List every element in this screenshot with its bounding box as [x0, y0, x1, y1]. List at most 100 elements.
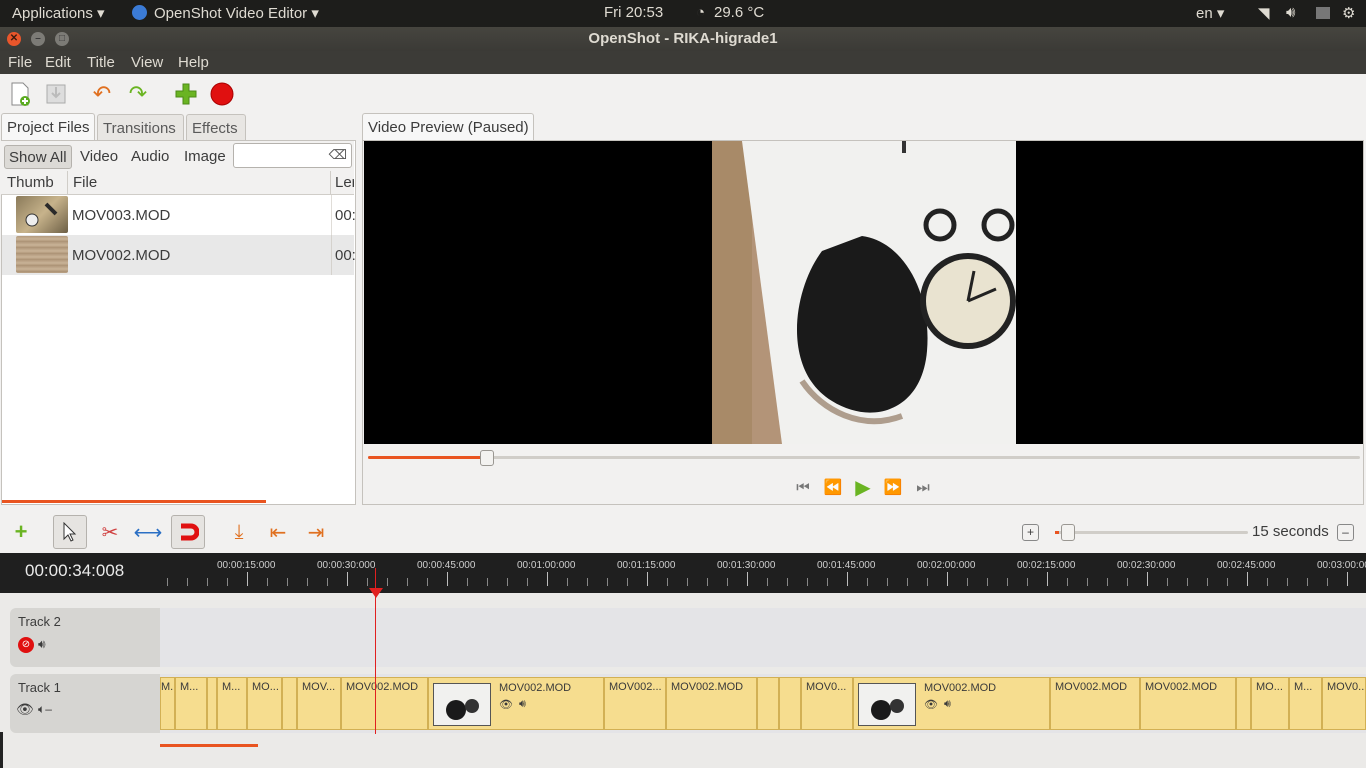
track-header[interactable]: Track 2 ⊘ 🔊︎	[10, 608, 160, 667]
clip[interactable]: M...	[1289, 677, 1322, 730]
zoom-handle[interactable]	[1060, 524, 1075, 541]
add-track-icon[interactable]: +	[4, 515, 38, 549]
zoom-in-icon[interactable]: +	[1022, 524, 1039, 541]
eye-icon[interactable]: 👁︎	[16, 701, 34, 718]
clip[interactable]: MOV...	[297, 677, 341, 730]
clip[interactable]	[282, 677, 297, 730]
clip[interactable]: MOV002.MOD 👁︎ 🔊︎	[853, 677, 1050, 730]
filter-audio[interactable]: Audio	[127, 145, 173, 169]
clip[interactable]: MO...	[247, 677, 282, 730]
temperature[interactable]: 29.6 °C	[714, 4, 764, 21]
wifi-icon[interactable]: ◥	[1258, 4, 1270, 22]
razor-tool-icon[interactable]: ✂	[93, 515, 127, 549]
seek-track[interactable]	[368, 456, 1360, 459]
menu-file[interactable]: File	[8, 54, 32, 71]
redo-icon[interactable]: ↷	[124, 80, 152, 108]
volume-icon[interactable]: 🔊︎	[1286, 4, 1295, 21]
tab-transitions[interactable]: Transitions	[97, 114, 184, 141]
ruler-tick-label: 00:00:30:000	[317, 560, 376, 571]
menu-help[interactable]: Help	[178, 54, 209, 71]
tab-video-preview[interactable]: Video Preview (Paused)	[362, 113, 534, 140]
clip[interactable]	[779, 677, 801, 730]
timeline-ruler[interactable]: 00:00:34:008	[0, 553, 1366, 593]
clip[interactable]: MO...	[1251, 677, 1289, 730]
column-file[interactable]: File	[73, 174, 97, 191]
save-project-icon[interactable]	[42, 80, 70, 108]
column-thumb[interactable]: Thumb	[7, 174, 54, 191]
clip[interactable]: MOV002.MOD	[666, 677, 757, 730]
import-files-icon[interactable]	[172, 80, 200, 108]
new-project-icon[interactable]	[6, 80, 34, 108]
clip-eye-icon[interactable]: 👁︎	[499, 698, 513, 711]
clip-label: MOV002.MOD	[1145, 681, 1218, 693]
clip[interactable]: M...	[175, 677, 207, 730]
clip[interactable]	[757, 677, 779, 730]
filter-video[interactable]: Video	[76, 145, 122, 169]
menu-title[interactable]: Title	[87, 54, 115, 71]
clip-volume-icon[interactable]: 🔊︎	[944, 698, 951, 711]
list-item[interactable]: MOV003.MOD 00:	[2, 195, 356, 235]
export-video-icon[interactable]	[208, 80, 236, 108]
ruler-tick-label: 00:01:30:000	[717, 560, 776, 571]
clip[interactable]: M...	[217, 677, 247, 730]
play-icon[interactable]: ▶	[852, 477, 874, 499]
gear-icon[interactable]: ⚙	[1342, 4, 1355, 22]
clip[interactable]: MOV002.MOD	[1140, 677, 1236, 730]
openshot-icon	[132, 5, 147, 20]
panel-scroll-indicator[interactable]	[2, 500, 266, 503]
app-menu[interactable]: OpenShot Video Editor ▾	[154, 4, 319, 22]
clip[interactable]: MOV002.MOD	[1050, 677, 1140, 730]
add-marker-icon[interactable]: ⤓	[222, 515, 256, 549]
zoom-out-icon[interactable]: –	[1337, 524, 1354, 541]
clip-eye-icon[interactable]: 👁︎	[924, 698, 938, 711]
applications-menu[interactable]: Applications ▾	[12, 4, 105, 22]
ruler-minor-tick	[667, 578, 668, 586]
mute-icon[interactable]: 🔈︎–	[38, 702, 52, 717]
clip[interactable]: MOV002...	[604, 677, 666, 730]
tab-project-files[interactable]: Project Files	[1, 113, 95, 140]
previous-marker-icon[interactable]: ⇤	[261, 515, 295, 549]
timeline-scrollbar[interactable]	[160, 744, 258, 747]
clock[interactable]: Fri 20:53	[604, 4, 663, 21]
filter-image[interactable]: Image	[180, 145, 230, 169]
ruler-minor-tick	[527, 578, 528, 586]
language-indicator[interactable]: en ▾	[1196, 4, 1224, 22]
select-tool-icon[interactable]	[53, 515, 87, 549]
clip[interactable]: MOV0...	[1322, 677, 1366, 730]
clip[interactable]: MOV002.MOD 👁︎ 🔊︎	[428, 677, 604, 730]
clear-search-icon[interactable]: ⌫	[329, 147, 347, 163]
jump-start-icon[interactable]: ⏮	[792, 477, 814, 499]
hidden-eye-icon[interactable]: ⊘	[18, 637, 34, 653]
menu-edit[interactable]: Edit	[45, 54, 71, 71]
ruler-minor-tick	[267, 578, 268, 586]
volume-icon[interactable]: 🔊︎	[38, 637, 46, 652]
clip[interactable]	[207, 677, 217, 730]
clip-thumbnail	[858, 683, 916, 726]
playhead-marker[interactable]	[369, 588, 383, 598]
ruler-minor-tick	[607, 578, 608, 586]
search-input[interactable]: ⌫	[233, 143, 352, 168]
snapping-toggle-icon[interactable]	[171, 515, 205, 549]
filter-show-all[interactable]: Show All	[4, 145, 72, 169]
clip[interactable]	[1236, 677, 1251, 730]
next-marker-icon[interactable]: ⇥	[299, 515, 333, 549]
column-length[interactable]: Ler	[335, 174, 354, 191]
track-header[interactable]: Track 1 👁︎ 🔈︎–	[10, 674, 160, 733]
move-tool-icon[interactable]: ⟷	[131, 515, 165, 549]
clip-volume-icon[interactable]: 🔊︎	[519, 698, 526, 711]
battery-icon[interactable]	[1316, 7, 1330, 19]
track-lane[interactable]	[160, 608, 1366, 667]
rewind-icon[interactable]: ⏪	[822, 477, 844, 499]
fast-forward-icon[interactable]: ⏩	[882, 477, 904, 499]
list-item[interactable]: MOV002.MOD 00:	[2, 235, 356, 275]
undo-icon[interactable]: ↶	[88, 80, 116, 108]
clip[interactable]: MOV002.MOD	[341, 677, 428, 730]
seek-handle[interactable]	[480, 450, 495, 466]
clip[interactable]: MOV0...	[801, 677, 853, 730]
clip-label: M...	[180, 681, 199, 693]
menu-view[interactable]: View	[131, 54, 163, 71]
jump-end-icon[interactable]: ⏭	[912, 477, 934, 499]
zoom-track[interactable]	[1055, 531, 1248, 534]
tab-effects[interactable]: Effects	[186, 114, 246, 141]
clip[interactable]: M...	[160, 677, 175, 730]
